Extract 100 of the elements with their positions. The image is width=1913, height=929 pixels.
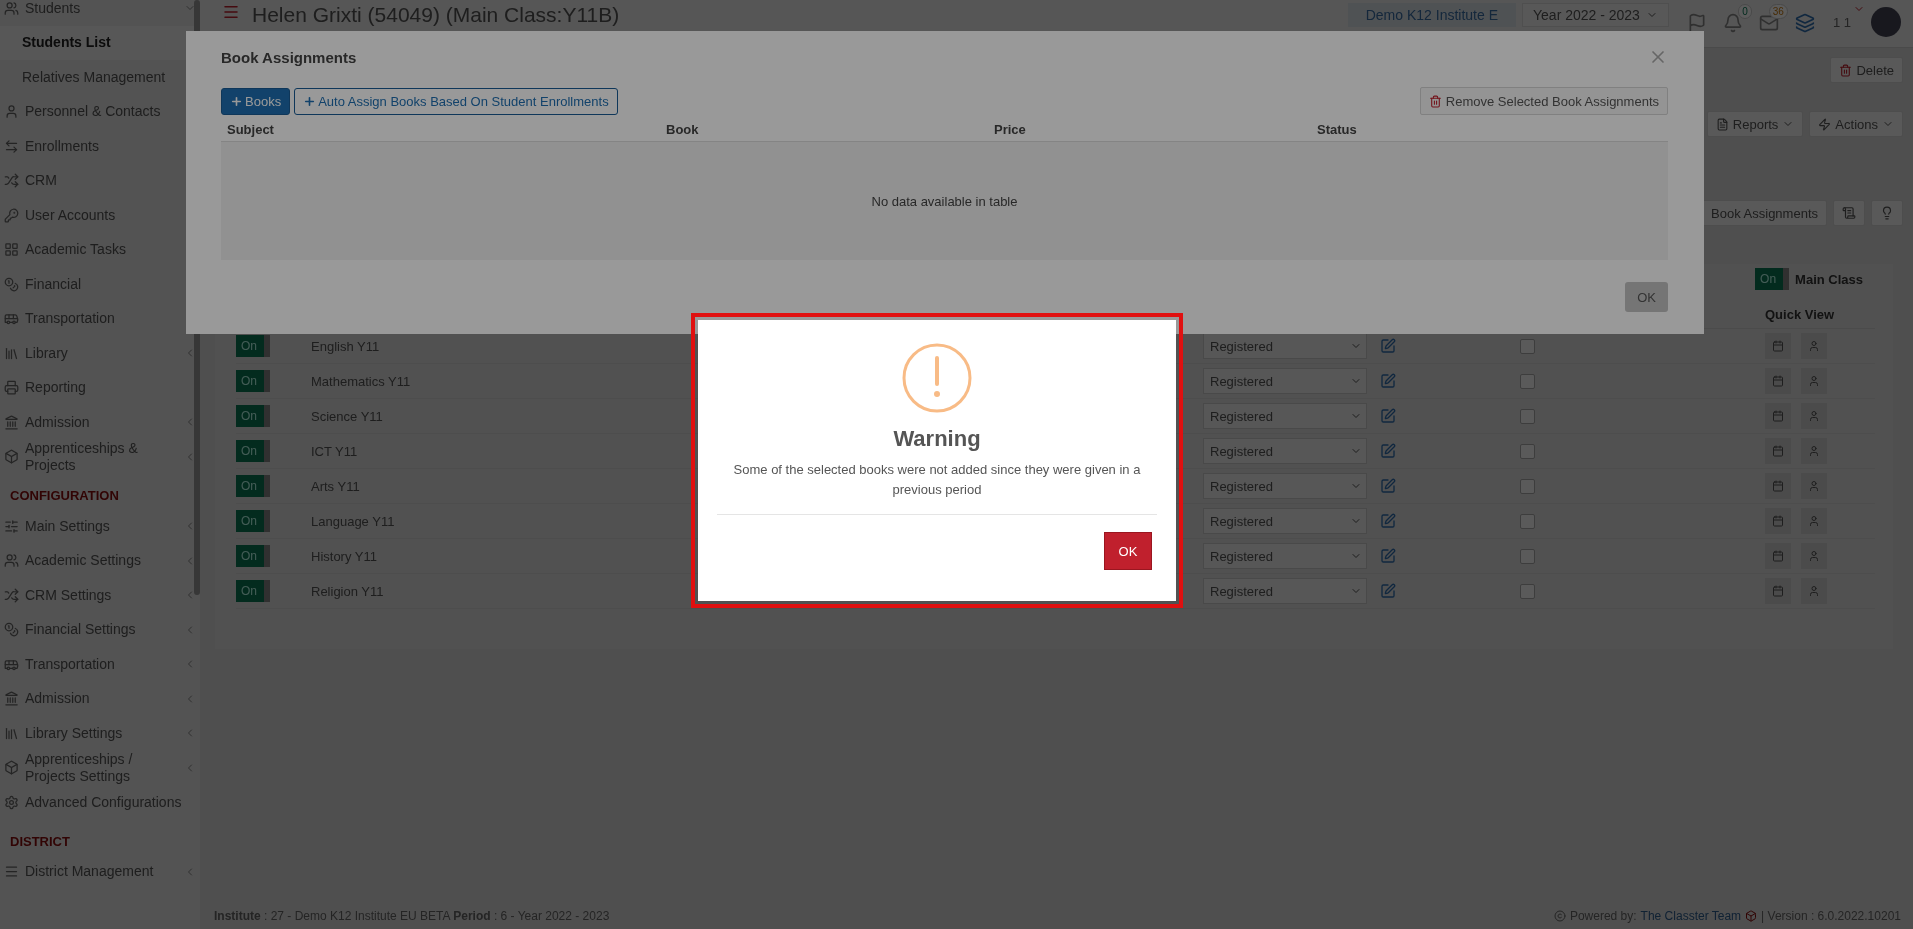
status-dropdown[interactable]: Registered [1203,508,1367,534]
user-button[interactable] [1801,508,1827,534]
document-icon [1715,117,1729,131]
user-button[interactable] [1801,473,1827,499]
checkbox[interactable] [1520,513,1535,529]
status-dropdown[interactable]: Registered [1203,543,1367,569]
calendar-button[interactable] [1765,403,1791,429]
ok-button[interactable]: OK [1104,532,1152,570]
toggle-switch[interactable]: On [236,475,270,497]
book-assignments-button[interactable]: Book Assignments [1702,200,1827,226]
user-button[interactable] [1801,543,1827,569]
status-dropdown[interactable]: Registered [1203,473,1367,499]
actions-button[interactable]: Actions [1809,111,1903,137]
checkbox[interactable] [1520,373,1535,389]
avatar[interactable] [1871,7,1901,37]
toggle-switch[interactable]: On [236,580,270,602]
lightbulb-button[interactable] [1871,200,1903,226]
shuffle-icon [4,587,19,603]
page-title: Helen Grixti (54049) (Main Class:Y11B) [252,3,621,27]
edit-icon[interactable] [1380,373,1396,389]
edit-icon[interactable] [1380,443,1396,459]
calendar-button[interactable] [1765,508,1791,534]
user-icon [1808,340,1820,352]
scroll-button[interactable] [1833,200,1865,226]
menu-icon[interactable] [222,3,240,21]
books-icon [4,345,19,361]
sidebar-heading: DISTRICT [9,832,71,851]
team-link[interactable]: The Classter Team [1640,909,1742,923]
toggle-switch[interactable]: On [236,440,270,462]
books-icon [4,725,19,741]
status-dropdown[interactable]: Registered [1203,438,1367,464]
user-icon [1808,445,1820,457]
institute-button[interactable]: Demo K12 Institute E [1347,3,1516,27]
calendar-button[interactable] [1765,473,1791,499]
status-dropdown[interactable]: Registered [1203,578,1367,604]
cube-icon [4,760,19,776]
copyright-icon [1553,910,1566,922]
layers-icon[interactable] [1794,13,1815,33]
toggle-switch[interactable]: On [236,545,270,567]
toggle-switch[interactable]: On [236,370,270,392]
user-icon [1808,585,1820,597]
user-button[interactable] [1801,368,1827,394]
calendar-button[interactable] [1765,333,1791,359]
calendar-icon [1772,375,1784,387]
calendar-icon [1772,515,1784,527]
checkbox[interactable] [1520,338,1535,354]
bell-icon[interactable] [1722,13,1743,33]
auto-assign-button[interactable]: Auto Assign Books Based On Student Enrollments [294,87,618,115]
coins-icon [4,622,19,638]
notification-count: 0 [1738,4,1752,19]
status-dropdown[interactable]: Registered [1203,368,1367,394]
edit-icon[interactable] [1380,338,1396,354]
toggle-switch[interactable]: On [236,510,270,532]
calendar-button[interactable] [1765,543,1791,569]
checkbox[interactable] [1520,478,1535,494]
checkbox[interactable] [1520,548,1535,564]
reports-button[interactable]: Reports [1706,111,1804,137]
calendar-icon [1772,480,1784,492]
remove-button[interactable]: Remove Selected Book Assignments [1419,87,1668,115]
delete-button[interactable]: Delete [1830,57,1903,83]
user-button[interactable] [1801,333,1827,359]
users-icon [4,0,19,16]
shuffle-icon [4,173,19,189]
plus-icon [230,94,243,108]
users-icon [4,553,19,569]
checkbox[interactable] [1520,583,1535,599]
user-icon [4,104,19,120]
toggle-switch[interactable]: On [1755,268,1790,290]
toggle-switch[interactable]: On [236,405,270,427]
dialog-title: Book Assignments [221,48,357,66]
sidebar-heading: CONFIGURATION [9,487,120,505]
trash-icon [1839,63,1853,77]
edit-icon[interactable] [1380,548,1396,564]
calendar-button[interactable] [1765,438,1791,464]
checkbox[interactable] [1520,408,1535,424]
calendar-button[interactable] [1765,578,1791,604]
edit-icon[interactable] [1380,583,1396,599]
grid-icon [4,242,19,258]
calendar-icon [1772,585,1784,597]
edit-icon[interactable] [1380,478,1396,494]
add-books-button[interactable]: Books [221,87,291,115]
logo-icon [1745,910,1758,922]
user-icon [1808,480,1820,492]
calendar-button[interactable] [1765,368,1791,394]
bus-icon [4,311,19,327]
checkbox[interactable] [1520,443,1535,459]
settings-icon [4,794,19,810]
edit-icon[interactable] [1380,513,1396,529]
user-icon [1808,410,1820,422]
status-dropdown[interactable]: Registered [1203,403,1367,429]
year-dropdown[interactable]: Year 2022 - 2023 [1522,3,1669,27]
edit-icon[interactable] [1380,408,1396,424]
user-button[interactable] [1801,403,1827,429]
empty-table-message: No data available in table [221,142,1668,260]
mail-icon[interactable] [1758,13,1779,33]
user-button[interactable] [1801,438,1827,464]
user-button[interactable] [1801,578,1827,604]
toggle-switch[interactable]: On [236,335,270,357]
message-count: 36 [1768,4,1788,19]
status-dropdown[interactable]: Registered [1203,333,1367,359]
